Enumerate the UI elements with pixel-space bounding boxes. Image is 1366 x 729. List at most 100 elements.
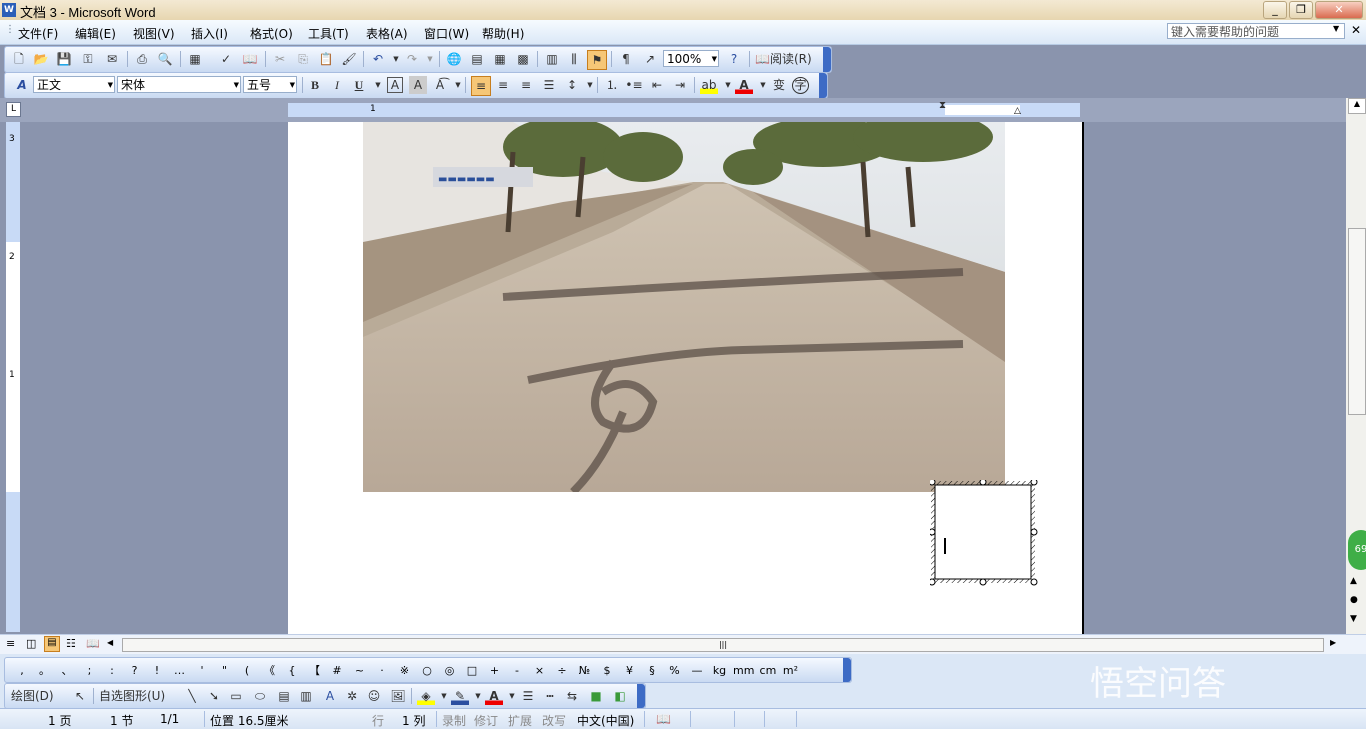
- line-icon[interactable]: ╲: [183, 687, 201, 705]
- symbol-button[interactable]: ÷: [553, 664, 571, 677]
- font-color-icon[interactable]: A: [485, 687, 503, 705]
- menu-help[interactable]: 帮助(H): [482, 25, 524, 42]
- symbol-button[interactable]: …: [171, 664, 189, 677]
- symbol-button[interactable]: +: [486, 664, 504, 677]
- undo-icon[interactable]: ↶: [369, 50, 387, 68]
- shadow-icon[interactable]: ■: [587, 687, 605, 705]
- italic-button[interactable]: I: [328, 76, 346, 94]
- chevron-down-icon[interactable]: ▼: [1333, 24, 1339, 33]
- style-select[interactable]: 正文 ▼: [33, 76, 115, 93]
- format-painter-icon[interactable]: 🖌: [340, 50, 358, 68]
- scroll-left-icon[interactable]: ◀: [107, 638, 113, 647]
- vertical-ruler[interactable]: 3 2 1: [6, 122, 20, 632]
- normal-view-icon[interactable]: ≡: [6, 637, 15, 650]
- symbol-button[interactable]: %: [666, 664, 684, 677]
- restore-button[interactable]: ❐: [1289, 1, 1313, 19]
- scroll-right-icon[interactable]: ▶: [1330, 638, 1336, 647]
- symbol-button[interactable]: ※: [396, 664, 414, 677]
- menu-view[interactable]: 视图(V): [133, 25, 175, 42]
- oval-icon[interactable]: ⬭: [251, 687, 269, 705]
- symbol-button[interactable]: ;: [81, 664, 99, 677]
- hyperlink-icon[interactable]: 🌐: [445, 50, 463, 68]
- styles-formatting-icon[interactable]: A: [13, 76, 31, 94]
- permission-icon[interactable]: ⚿: [79, 50, 97, 68]
- print-layout-icon[interactable]: ▤: [44, 636, 60, 652]
- 3d-icon[interactable]: ◧: [611, 687, 629, 705]
- font-size-select[interactable]: 五号 ▼: [243, 76, 297, 93]
- paste-icon[interactable]: 📋: [317, 50, 335, 68]
- symbol-button[interactable]: §: [643, 664, 661, 677]
- columns-icon[interactable]: ▥: [543, 50, 561, 68]
- help-search-input[interactable]: 键入需要帮助的问题: [1167, 23, 1345, 39]
- line-spacing-icon[interactable]: ↕: [563, 76, 581, 94]
- fill-color-icon[interactable]: ◈: [417, 687, 435, 705]
- save-icon[interactable]: 💾: [55, 50, 73, 68]
- email-icon[interactable]: ✉: [103, 50, 121, 68]
- line-color-icon[interactable]: ✎: [451, 687, 469, 705]
- diagram-icon[interactable]: ✲: [343, 687, 361, 705]
- rectangle-icon[interactable]: ▭: [227, 687, 245, 705]
- reading-view-icon[interactable]: 📖: [86, 637, 100, 650]
- document-map-icon[interactable]: ⚑: [587, 50, 607, 70]
- symbol-button[interactable]: ?: [126, 664, 144, 677]
- wordart-icon[interactable]: A: [321, 687, 339, 705]
- help-icon[interactable]: ?: [725, 50, 743, 68]
- right-indent-icon[interactable]: △: [1014, 106, 1021, 116]
- print-preview-icon[interactable]: 🔍: [156, 50, 174, 68]
- next-page-icon[interactable]: ▼: [1350, 614, 1357, 624]
- symbol-button[interactable]: #: [328, 664, 346, 677]
- cut-icon[interactable]: ✂: [271, 50, 289, 68]
- symbol-button[interactable]: ×: [531, 664, 549, 677]
- underline-button[interactable]: U: [350, 76, 368, 94]
- menu-window[interactable]: 窗口(W): [424, 25, 469, 42]
- scroll-thumb[interactable]: |||: [122, 638, 1324, 652]
- symbol-button[interactable]: kg: [711, 664, 729, 677]
- font-color-icon[interactable]: A: [735, 76, 753, 94]
- spelling-icon[interactable]: ✓: [217, 50, 235, 68]
- autoshapes-button[interactable]: 自选图形(U): [99, 687, 177, 705]
- text-box[interactable]: [928, 478, 1038, 586]
- status-track[interactable]: 修订: [474, 712, 498, 729]
- symbol-button[interactable]: 、: [58, 662, 76, 678]
- font-select[interactable]: 宋体 ▼: [117, 76, 241, 93]
- tables-borders-icon[interactable]: ▤: [468, 50, 486, 68]
- toolbar-options-icon[interactable]: [819, 73, 827, 98]
- scroll-thumb[interactable]: [1348, 228, 1366, 415]
- toolbar-options-icon[interactable]: [823, 47, 831, 72]
- bullets-icon[interactable]: •≡: [625, 76, 643, 94]
- char-shading-icon[interactable]: A: [409, 76, 427, 94]
- symbol-button[interactable]: ,: [13, 664, 31, 677]
- research-book-icon[interactable]: 📖: [241, 50, 259, 68]
- decrease-indent-icon[interactable]: ⇤: [648, 76, 666, 94]
- symbol-button[interactable]: 。: [36, 662, 54, 678]
- symbol-button[interactable]: :: [103, 664, 121, 677]
- symbol-button[interactable]: 【: [306, 662, 324, 678]
- bold-button[interactable]: B: [306, 76, 324, 94]
- zoom-select[interactable]: 100% ▼: [663, 50, 719, 67]
- copy-icon[interactable]: ⎘: [294, 50, 312, 68]
- symbol-button[interactable]: ¥: [621, 664, 639, 677]
- align-justify-left-icon[interactable]: ≡: [471, 76, 491, 96]
- status-extend[interactable]: 扩展: [508, 712, 532, 729]
- read-mode-button[interactable]: 📖阅读(R): [755, 50, 815, 68]
- redo-icon[interactable]: ↷: [403, 50, 421, 68]
- line-style-icon[interactable]: ☰: [519, 687, 537, 705]
- close-doc-icon[interactable]: ✕: [1351, 23, 1361, 37]
- new-document-icon[interactable]: 🗋: [10, 50, 28, 68]
- numbering-icon[interactable]: ⒈: [603, 76, 621, 94]
- floating-badge[interactable]: 69: [1348, 530, 1366, 570]
- symbol-button[interactable]: {: [283, 664, 301, 677]
- open-folder-icon[interactable]: 📂: [32, 50, 50, 68]
- symbol-button[interactable]: mm: [733, 664, 754, 677]
- status-overtype[interactable]: 改写: [542, 712, 566, 729]
- symbol-button[interactable]: ~: [351, 664, 369, 677]
- symbol-button[interactable]: ': [193, 664, 211, 677]
- symbol-button[interactable]: ○: [418, 664, 436, 677]
- menu-format[interactable]: 格式(O): [250, 25, 293, 42]
- text-box-icon[interactable]: ▤: [275, 687, 293, 705]
- dash-style-icon[interactable]: ┅: [541, 687, 559, 705]
- vertical-text-box-icon[interactable]: ▥: [297, 687, 315, 705]
- menu-tools[interactable]: 工具(T): [308, 25, 349, 42]
- horizontal-scrollbar[interactable]: ≡ ◫ ▤ ☷ 📖 ◀ ||| ▶: [0, 634, 1366, 654]
- indent-marker-icon[interactable]: ⧗: [939, 100, 946, 111]
